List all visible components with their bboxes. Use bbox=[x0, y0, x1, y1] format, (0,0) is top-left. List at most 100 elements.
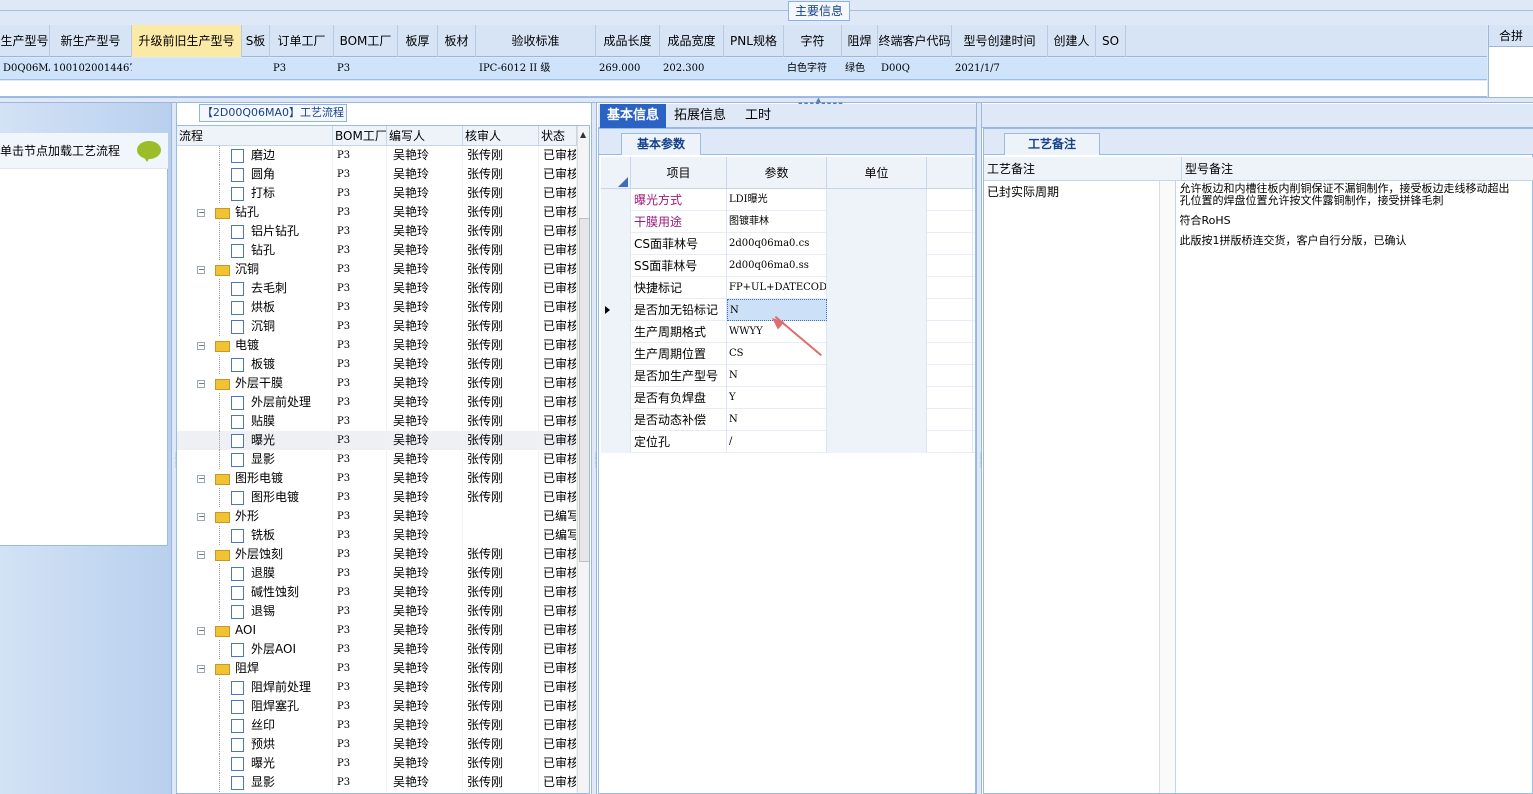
params-col-value[interactable]: 参数 bbox=[727, 157, 827, 189]
param-value[interactable]: 图镀菲林 bbox=[727, 211, 827, 233]
row-indicator[interactable] bbox=[601, 211, 631, 233]
params-row[interactable]: 生产周期格式 WWYY bbox=[601, 321, 975, 343]
param-unit[interactable] bbox=[827, 387, 927, 409]
tree-row[interactable]: 铣板 P3 吴艳玲 已编写 bbox=[177, 526, 577, 545]
param-value[interactable]: 2d00q06ma0.cs bbox=[727, 233, 827, 255]
params-row[interactable]: CS面菲林号 2d00q06ma0.cs bbox=[601, 233, 975, 255]
tree-node[interactable]: 磨边 bbox=[177, 146, 333, 165]
params-row[interactable]: 干膜用途 图镀菲林 bbox=[601, 211, 975, 233]
tree-node[interactable]: 外层前处理 bbox=[177, 393, 333, 412]
tree-row[interactable]: − 外层蚀刻 P3 吴艳玲 张传刚 已审核 bbox=[177, 545, 577, 564]
row-indicator[interactable] bbox=[601, 233, 631, 255]
main-grid-col-15[interactable]: 型号创建时间 bbox=[952, 25, 1048, 57]
tree-node[interactable]: 烘板 bbox=[177, 298, 333, 317]
main-grid-cell-5[interactable]: P3 bbox=[334, 58, 398, 80]
collapse-toggle-icon[interactable]: − bbox=[197, 551, 205, 559]
tree-row[interactable]: 钻孔 P3 吴艳玲 张传刚 已审核 bbox=[177, 241, 577, 260]
collapse-toggle-icon[interactable]: − bbox=[197, 380, 205, 388]
tree-node[interactable]: − 图形电镀 bbox=[177, 469, 333, 488]
sort-corner-icon[interactable] bbox=[618, 177, 628, 187]
param-unit[interactable] bbox=[827, 321, 927, 343]
tree-row[interactable]: 阻焊塞孔 P3 吴艳玲 张传刚 已审核 bbox=[177, 697, 577, 716]
params-corner[interactable] bbox=[601, 157, 631, 189]
basic-params-tab[interactable]: 基本参数 bbox=[621, 133, 701, 155]
param-value[interactable]: / bbox=[727, 431, 827, 453]
tree-row[interactable]: 丝印 P3 吴艳玲 张传刚 已审核 bbox=[177, 716, 577, 735]
tree-row[interactable]: 图形电镀 P3 吴艳玲 张传刚 已审核 bbox=[177, 488, 577, 507]
main-grid-cell-2[interactable] bbox=[132, 58, 242, 80]
main-info-title[interactable]: 主要信息 bbox=[788, 1, 850, 21]
tree-node[interactable]: − 外层蚀刻 bbox=[177, 545, 333, 564]
process-notes-tab[interactable]: 工艺备注 bbox=[1004, 133, 1100, 155]
params-row[interactable]: 生产周期位置 CS bbox=[601, 343, 975, 365]
tree-node[interactable]: 板镀 bbox=[177, 355, 333, 374]
params-row[interactable]: 快捷标记 FP+UL+DATECODE bbox=[601, 277, 975, 299]
params-col-item[interactable]: 项目 bbox=[631, 157, 727, 189]
tree-row[interactable]: − AOI P3 吴艳玲 张传刚 已审核 bbox=[177, 621, 577, 640]
main-grid-cell-12[interactable]: 白色字符 bbox=[784, 58, 842, 80]
tab-extended-info[interactable]: 拓展信息 bbox=[668, 104, 732, 128]
tree-row[interactable]: − 沉铜 P3 吴艳玲 张传刚 已审核 bbox=[177, 260, 577, 279]
param-unit[interactable] bbox=[827, 299, 927, 321]
tree-row[interactable]: − 阻焊 P3 吴艳玲 张传刚 已审核 bbox=[177, 659, 577, 678]
tree-node[interactable]: 圆角 bbox=[177, 165, 333, 184]
tree-row[interactable]: 烘板 P3 吴艳玲 张传刚 已审核 bbox=[177, 298, 577, 317]
tree-node[interactable]: 去毛刺 bbox=[177, 279, 333, 298]
row-indicator[interactable] bbox=[601, 387, 631, 409]
collapse-toggle-icon[interactable]: − bbox=[197, 627, 205, 635]
tree-node[interactable]: 预烘 bbox=[177, 735, 333, 754]
tab-basic-info[interactable]: 基本信息 bbox=[600, 104, 666, 128]
tree-node[interactable]: 钻孔 bbox=[177, 241, 333, 260]
tree-row[interactable]: 阻焊前处理 P3 吴艳玲 张传刚 已审核 bbox=[177, 678, 577, 697]
model-note-field[interactable]: 允许板边和内槽往板内削铜保证不漏铜制作，接受板边走线移动超出 孔位置的焊盘位置允许… bbox=[1176, 181, 1533, 793]
row-indicator[interactable] bbox=[601, 277, 631, 299]
param-value[interactable]: 2d00q06ma0.ss bbox=[727, 255, 827, 277]
param-unit[interactable] bbox=[827, 233, 927, 255]
params-row[interactable]: 是否加无铅标记 N bbox=[601, 299, 975, 321]
tree-row[interactable]: 圆角 P3 吴艳玲 张传刚 已审核 bbox=[177, 165, 577, 184]
tree-node[interactable]: 显影 bbox=[177, 450, 333, 469]
params-col-unit[interactable]: 单位 bbox=[827, 157, 927, 189]
main-grid-cell-9[interactable]: 269.000 bbox=[596, 58, 660, 80]
main-grid-col-11[interactable]: PNL规格 bbox=[724, 25, 784, 57]
param-unit[interactable] bbox=[827, 277, 927, 299]
main-grid-cell-6[interactable] bbox=[398, 58, 438, 80]
tree-node[interactable]: 碱性蚀刻 bbox=[177, 583, 333, 602]
note-scrollbar[interactable] bbox=[1159, 181, 1176, 793]
collapse-toggle-icon[interactable]: − bbox=[197, 209, 205, 217]
tree-col-1[interactable]: BOM工厂 bbox=[333, 126, 387, 146]
param-unit[interactable] bbox=[827, 255, 927, 277]
collapse-toggle-icon[interactable]: − bbox=[197, 266, 205, 274]
params-row[interactable]: 曝光方式 LDI曝光 bbox=[601, 189, 975, 211]
param-unit[interactable] bbox=[827, 365, 927, 387]
tree-row[interactable]: 铝片钻孔 P3 吴艳玲 张传刚 已审核 bbox=[177, 222, 577, 241]
collapse-toggle-icon[interactable]: − bbox=[197, 475, 205, 483]
splitter-grip-icon[interactable]: ▲ ▪▪▪▪▪▪▪▪ ▲ bbox=[798, 97, 843, 112]
main-grid-col-5[interactable]: BOM工厂 bbox=[334, 25, 398, 57]
main-grid-row[interactable]: D0Q06MA010010200144679P3P3IPC-6012 II 级2… bbox=[0, 58, 1487, 80]
tree-row[interactable]: 外层AOI P3 吴艳玲 张传刚 已审核 bbox=[177, 640, 577, 659]
tree-node[interactable]: − 阻焊 bbox=[177, 659, 333, 678]
main-grid-col-4[interactable]: 订单工厂 bbox=[270, 25, 334, 57]
tree-node[interactable]: 阻焊前处理 bbox=[177, 678, 333, 697]
param-unit[interactable] bbox=[827, 211, 927, 233]
vertical-splitter-mid[interactable]: ⋮ ⋮ ⋮ bbox=[591, 103, 599, 794]
tree-row[interactable]: 退膜 P3 吴艳玲 张传刚 已审核 bbox=[177, 564, 577, 583]
tree-node[interactable]: 显影 bbox=[177, 773, 333, 792]
tree-row[interactable]: 打标 P3 吴艳玲 张传刚 已审核 bbox=[177, 184, 577, 203]
tree-node[interactable]: − 钻孔 bbox=[177, 203, 333, 222]
tree-row[interactable]: 板镀 P3 吴艳玲 张传刚 已审核 bbox=[177, 355, 577, 374]
tree-row[interactable]: 去毛刺 P3 吴艳玲 张传刚 已审核 bbox=[177, 279, 577, 298]
main-grid-col-17[interactable]: SO bbox=[1096, 25, 1126, 57]
param-value[interactable]: N bbox=[727, 409, 827, 431]
tree-node[interactable]: 曝光 bbox=[177, 431, 333, 450]
collapse-toggle-icon[interactable]: − bbox=[197, 513, 205, 521]
params-row[interactable]: 是否动态补偿 N bbox=[601, 409, 975, 431]
main-grid-cell-15[interactable]: 2021/1/7 bbox=[952, 58, 1048, 80]
main-grid-col-12[interactable]: 字符 bbox=[784, 25, 842, 57]
main-grid-cell-4[interactable]: P3 bbox=[270, 58, 334, 80]
tree-node[interactable]: 铣板 bbox=[177, 526, 333, 545]
tree-col-3[interactable]: 核审人 bbox=[463, 126, 539, 146]
tree-node[interactable]: 铝片钻孔 bbox=[177, 222, 333, 241]
tree-node[interactable]: − 外形 bbox=[177, 507, 333, 526]
